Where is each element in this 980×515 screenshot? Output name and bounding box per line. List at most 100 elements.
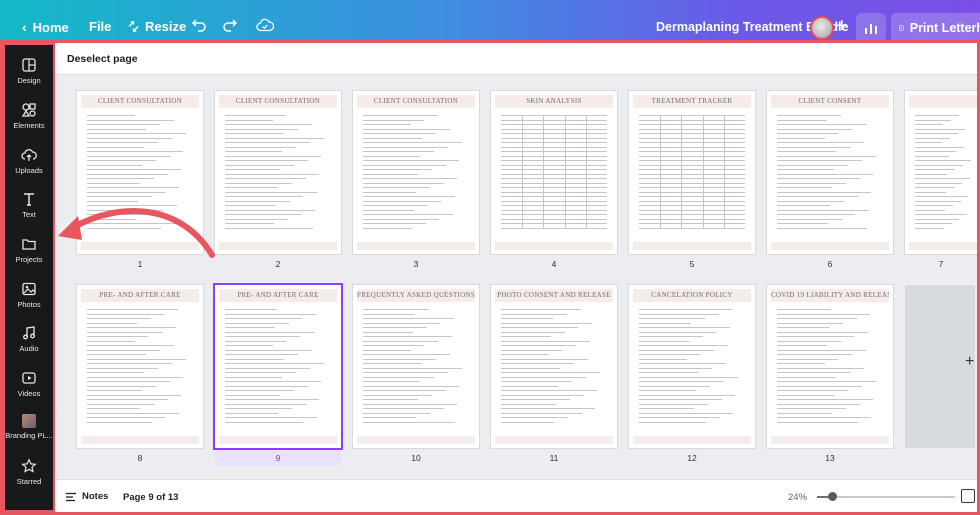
form-line xyxy=(777,119,827,121)
sidebar-item-text[interactable]: Text xyxy=(5,191,53,219)
grid-view-button[interactable] xyxy=(961,489,975,503)
page-thumbnail-12[interactable]: CANCELATION POLICY xyxy=(629,285,755,448)
sidebar-item-audio[interactable]: Audio xyxy=(5,325,53,353)
home-button[interactable]: ‹ Home xyxy=(22,19,69,35)
save-status[interactable] xyxy=(256,17,275,38)
form-line xyxy=(225,322,289,324)
insights-button[interactable] xyxy=(856,13,886,43)
form-line xyxy=(87,322,137,324)
undo-button[interactable] xyxy=(191,17,207,38)
form-line xyxy=(363,155,421,157)
form-line xyxy=(501,187,607,188)
form-line xyxy=(501,358,588,360)
form-line xyxy=(225,196,304,197)
form-line xyxy=(777,313,871,315)
page-footer-band xyxy=(771,436,889,444)
sidebar-item-branding[interactable]: Branding PL... xyxy=(5,414,53,440)
page-thumbnail-2[interactable]: CLIENT CONSULTATION xyxy=(215,91,341,254)
sidebar-item-photos[interactable]: Photos xyxy=(5,281,53,309)
form-line xyxy=(777,196,858,197)
grid-view-header: Deselect page xyxy=(55,43,977,75)
form-line xyxy=(363,417,416,418)
sidebar-item-videos[interactable]: Videos xyxy=(5,370,53,398)
page-footer-band xyxy=(357,242,475,250)
form-line xyxy=(501,417,568,418)
page-thumbnail-9[interactable]: PRE- AND AFTER CARE xyxy=(215,285,341,448)
form-line xyxy=(639,227,745,229)
star-icon xyxy=(21,458,37,473)
user-avatar[interactable] xyxy=(810,16,834,40)
print-button[interactable]: Print Letterhe xyxy=(891,13,980,43)
page-thumbnail-10[interactable]: FREQUENTLY ASKED QUESTIONS xyxy=(353,285,479,448)
form-line xyxy=(501,205,607,206)
form-line xyxy=(639,376,738,378)
form-line xyxy=(501,160,607,161)
zoom-level[interactable]: 24% xyxy=(788,492,807,503)
form-line xyxy=(639,372,699,373)
page-indicator[interactable]: Page 9 of 13 xyxy=(123,492,178,503)
form-line xyxy=(639,160,745,161)
page-title: CLIENT CONSENT xyxy=(798,97,862,105)
zoom-slider-handle[interactable] xyxy=(827,492,837,501)
page-number: 4 xyxy=(551,259,557,269)
redo-button[interactable] xyxy=(222,17,238,38)
form-line xyxy=(363,408,444,409)
sidebar-item-projects[interactable]: Projects xyxy=(5,236,53,264)
form-line xyxy=(639,331,717,333)
form-line xyxy=(777,209,870,211)
form-line xyxy=(777,417,872,418)
form-line xyxy=(363,345,425,346)
page-thumbnail-8[interactable]: PRE- AND AFTER CARE xyxy=(77,285,203,448)
notes-button[interactable]: Notes xyxy=(65,491,108,502)
form-line xyxy=(363,336,453,337)
sidebar-item-design[interactable]: Design xyxy=(5,57,53,85)
share-add-button[interactable]: + xyxy=(836,15,848,38)
form-line xyxy=(639,385,711,387)
form-line xyxy=(501,223,607,224)
page-footer-band xyxy=(771,242,889,250)
form-line xyxy=(225,376,283,378)
form-line xyxy=(501,318,553,319)
form-line xyxy=(777,187,833,188)
page-thumbnail-3[interactable]: CLIENT CONSULTATION xyxy=(353,91,479,254)
form-line xyxy=(639,322,691,324)
form-line xyxy=(639,119,745,121)
page-number: 8 xyxy=(137,453,143,463)
form-line xyxy=(87,376,184,378)
form-line xyxy=(363,399,419,400)
form-line xyxy=(639,421,706,423)
form-line xyxy=(501,372,600,373)
form-line xyxy=(363,318,455,319)
form-line xyxy=(777,394,835,396)
page-thumbnail-13[interactable]: COVID 19 LIABILITY AND RELEASE xyxy=(767,285,893,448)
form-line xyxy=(501,399,570,400)
form-line xyxy=(915,191,947,193)
sidebar-item-uploads[interactable]: Uploads xyxy=(5,147,53,175)
sidebar-item-starred[interactable]: Starred xyxy=(5,458,53,486)
resize-button[interactable]: Resize xyxy=(128,19,186,34)
add-page-button[interactable]: + xyxy=(965,353,974,371)
deselect-page-button[interactable]: Deselect page xyxy=(67,53,138,65)
file-menu[interactable]: File xyxy=(89,19,111,34)
form-line xyxy=(777,205,830,206)
page-thumbnail-5[interactable]: TREATMENT TRACKER xyxy=(629,91,755,254)
form-line xyxy=(225,115,287,116)
page-thumbnail-7[interactable] xyxy=(905,91,977,254)
form-line xyxy=(915,173,948,175)
form-line xyxy=(363,309,429,310)
page-thumbnail-6[interactable]: CLIENT CONSENT xyxy=(767,91,893,254)
form-line xyxy=(363,403,458,405)
form-line xyxy=(225,146,297,148)
form-line xyxy=(501,218,607,220)
form-line xyxy=(363,313,415,315)
page-number: 12 xyxy=(687,453,697,463)
form-line xyxy=(225,160,308,161)
page-number: 1 xyxy=(137,259,143,269)
form-line xyxy=(777,164,849,166)
form-line xyxy=(225,358,285,360)
page-thumbnail-4[interactable]: SKIN ANALYSIS xyxy=(491,91,617,254)
zoom-slider[interactable] xyxy=(817,492,955,501)
sidebar-item-elements[interactable]: Elements xyxy=(5,102,53,130)
page-title: CLIENT CONSULTATION xyxy=(373,97,459,105)
page-thumbnail-11[interactable]: PHOTO CONSENT AND RELEASE xyxy=(491,285,617,448)
